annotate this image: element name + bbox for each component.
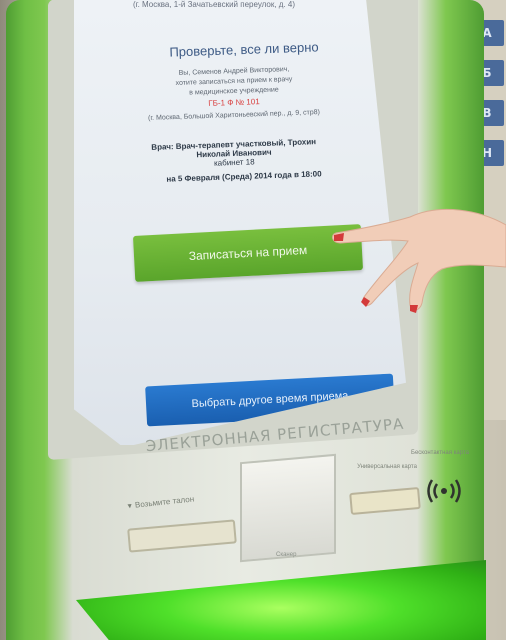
signup-button[interactable]: Записаться на прием [132, 224, 364, 282]
doctor-text: Врач: Врач-терапевт участковый, Трохин Н… [151, 137, 317, 160]
screen-address: (г. Москва, Большой Харитоньевский пер.,… [147, 109, 321, 122]
contactless-icon[interactable] [424, 476, 464, 506]
screen-title: Проверьте, все ли верно [169, 39, 319, 60]
scanner-label: Сканер [276, 552, 297, 558]
contactless-label: Бесконтактная карта [411, 450, 469, 456]
card-slot-label: Универсальная карта [357, 464, 417, 470]
screen-address-top: (г. Москва, 1-й Зачатьевский переулок, д… [132, 0, 296, 9]
scanner-window [240, 453, 336, 563]
room-text: кабинет 18 [213, 157, 255, 168]
screen-appointment-time: на 5 Февраля (Среда) 2014 года в 18:00 [166, 169, 322, 184]
hand-pointing-icon [332, 208, 506, 313]
screen-doctor: Врач: Врач-терапевт участковый, Трохин Н… [134, 137, 335, 171]
